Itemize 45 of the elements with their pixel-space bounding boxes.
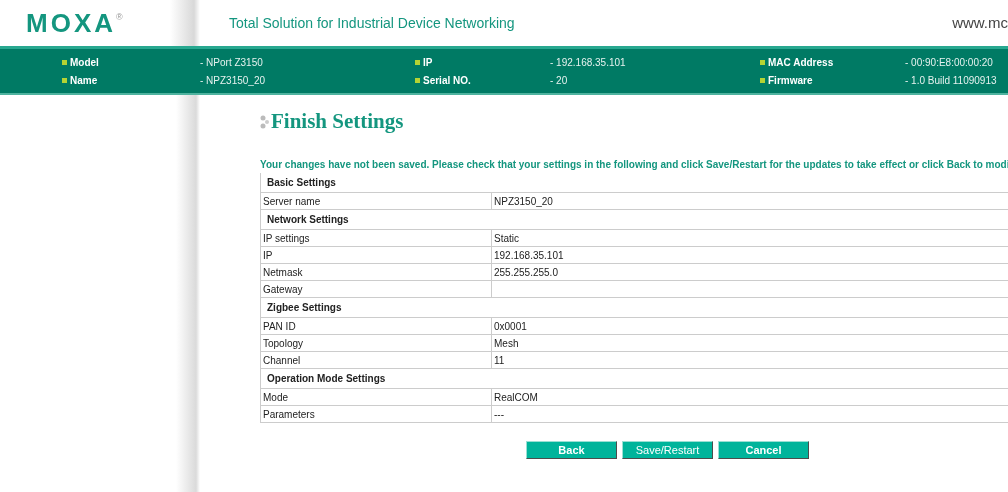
dots-icon xyxy=(260,115,269,129)
website-url: www.mc xyxy=(952,12,1008,33)
section-header: Zigbee Settings xyxy=(261,298,1008,318)
setting-label: Channel xyxy=(261,352,492,368)
setting-label: Mode xyxy=(261,389,492,405)
registered-mark: ® xyxy=(116,12,123,22)
section-header: Network Settings xyxy=(261,210,1008,230)
page-title: Finish Settings xyxy=(271,108,404,136)
action-button[interactable]: Back xyxy=(526,441,617,459)
setting-value: 0x0001 xyxy=(493,319,528,334)
section-header: Basic Settings xyxy=(261,173,1008,193)
setting-label: IP xyxy=(261,247,492,263)
info-value: - 20 xyxy=(550,73,568,88)
setting-value: 192.168.35.101 xyxy=(493,248,565,263)
setting-label: Netmask xyxy=(261,264,492,280)
action-button[interactable]: Cancel xyxy=(718,441,809,459)
notice-text: Your changes have not been saved. Please check that your settings in the following and click Save/Restart for the updates to take effect or click Back to modi xyxy=(260,158,1008,172)
setting-value: Static xyxy=(493,231,520,246)
setting-label: Gateway xyxy=(261,281,492,297)
info-value: - NPZ3150_20 xyxy=(200,73,266,88)
info-label: IP xyxy=(415,54,550,70)
setting-value: --- xyxy=(493,407,505,422)
info-value: - 1.0 Build 11090913 xyxy=(905,73,997,88)
info-label: Firmware xyxy=(760,72,905,88)
info-value: - 00:90:E8:00:00:20 xyxy=(905,55,993,70)
setting-label: Topology xyxy=(261,335,492,351)
moxa-logo: MOXA xyxy=(26,10,116,36)
action-button[interactable]: Save/Restart xyxy=(622,441,713,459)
setting-value: Mesh xyxy=(493,336,520,351)
info-value: - 192.168.35.101 xyxy=(550,55,626,70)
setting-value: 11 xyxy=(493,353,506,368)
setting-label: IP settings xyxy=(261,230,492,246)
info-value: - NPort Z3150 xyxy=(200,55,263,70)
setting-label: PAN ID xyxy=(261,318,492,334)
info-label: Name xyxy=(0,72,200,88)
info-label: Serial NO. xyxy=(415,72,550,88)
info-label: Model xyxy=(0,54,200,70)
setting-value: NPZ3150_20 xyxy=(493,194,554,209)
section-header: Operation Mode Settings xyxy=(261,369,1008,389)
setting-label: Server name xyxy=(261,193,492,209)
setting-value: 255.255.255.0 xyxy=(493,265,559,280)
setting-value: RealCOM xyxy=(493,390,539,405)
info-label: MAC Address xyxy=(760,54,905,70)
tagline: Total Solution for Industrial Device Networking xyxy=(229,13,515,33)
setting-label: Parameters xyxy=(261,406,492,422)
